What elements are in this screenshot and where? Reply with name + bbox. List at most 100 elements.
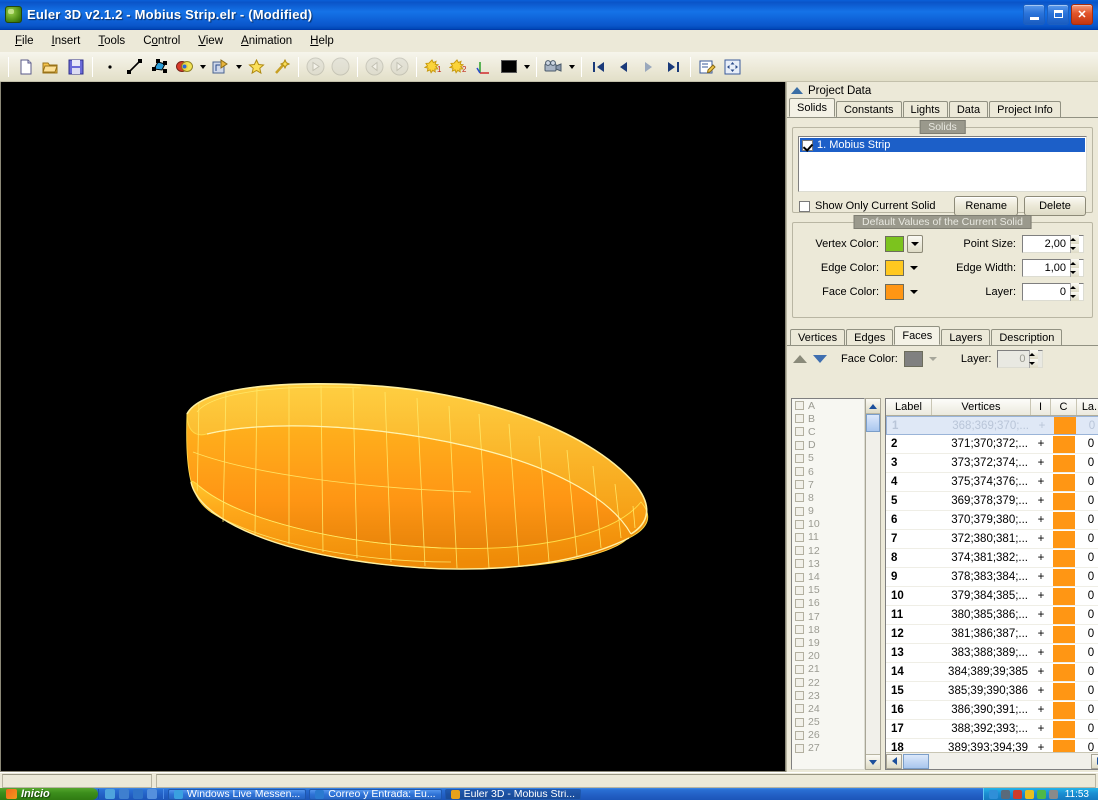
layer-visible-checkbox[interactable] (795, 664, 804, 674)
table-row[interactable]: 2 371;370;372;... +0 (886, 435, 1098, 454)
layer-list-item[interactable]: 15 (792, 584, 864, 597)
show-only-current-solid-row[interactable]: Show Only Current Solid (799, 200, 948, 212)
taskbar-task-button[interactable]: Correo y Entrada: Eu... (309, 788, 442, 800)
security-shield-icon[interactable] (988, 789, 998, 799)
layer-visible-checkbox[interactable] (795, 730, 804, 740)
column-header-c[interactable]: C (1051, 399, 1077, 415)
taskbar-task-button[interactable]: Euler 3D - Mobius Stri... (444, 788, 582, 800)
layer-list-item[interactable]: 18 (792, 623, 864, 636)
light1-icon[interactable]: 1 (421, 55, 446, 79)
point-size-down[interactable] (1070, 244, 1079, 253)
table-row[interactable]: 3 373;372;374;... +0 (886, 454, 1098, 473)
face-color-cell-swatch[interactable] (1053, 644, 1075, 662)
star-icon[interactable] (244, 55, 269, 79)
taskbar-clock[interactable]: 11:53 (1061, 789, 1093, 800)
list-item[interactable]: 1. Mobius Strip (800, 138, 1085, 152)
layer-visible-checkbox[interactable] (795, 453, 804, 463)
selected-face-color-dropdown[interactable] (928, 357, 937, 361)
point-icon[interactable] (97, 55, 122, 79)
layer-list-item[interactable]: D (792, 439, 864, 452)
default-layer-spinner[interactable]: 0 (1022, 283, 1084, 301)
layer-visible-checkbox[interactable] (795, 546, 804, 556)
layer-visible-checkbox[interactable] (795, 625, 804, 635)
delete-button[interactable]: Delete (1024, 196, 1086, 216)
tab-solids[interactable]: Solids (789, 98, 835, 117)
layer-list-item[interactable]: 26 (792, 729, 864, 742)
face-color-cell-swatch[interactable] (1053, 625, 1075, 643)
face-color-cell-swatch[interactable] (1053, 701, 1075, 719)
maximize-button[interactable] (1047, 4, 1069, 25)
layer-list-item[interactable]: 27 (792, 742, 864, 755)
layer-visible-checkbox[interactable] (795, 506, 804, 516)
tab-edges[interactable]: Edges (846, 329, 894, 345)
edge-color-swatch[interactable] (885, 260, 904, 276)
camera-icon[interactable] (541, 55, 566, 79)
forward-icon[interactable] (387, 55, 412, 79)
transform-dropdown-arrow[interactable] (233, 55, 244, 79)
layer-list-item[interactable]: 19 (792, 636, 864, 649)
vertex-color-swatch[interactable] (885, 236, 904, 252)
tab-layers[interactable]: Layers (941, 329, 991, 345)
layer-list-item[interactable]: 22 (792, 676, 864, 689)
light2-icon[interactable]: 2 (446, 55, 471, 79)
layer-list-item[interactable]: 5 (792, 452, 864, 465)
move-resize-icon[interactable] (720, 55, 745, 79)
more-chevron-icon[interactable] (147, 789, 157, 799)
move-up-arrow-icon[interactable] (793, 355, 807, 363)
table-row[interactable]: 1 368;369;370;... +0 (886, 416, 1098, 435)
layer-list-item[interactable]: C (792, 425, 864, 438)
column-header-layer[interactable]: La.. (1077, 399, 1098, 415)
menu-file[interactable]: File (6, 32, 43, 50)
layer-visible-checkbox[interactable] (795, 427, 804, 437)
layer-visible-checkbox[interactable] (795, 638, 804, 648)
layer-visible-checkbox[interactable] (795, 401, 804, 411)
face-color-cell-swatch[interactable] (1053, 739, 1075, 752)
face-color-cell-swatch[interactable] (1054, 417, 1076, 434)
layer-list[interactable]: A B C D 5 6 7 8 9 10 11 12 13 14 15 16 17 18 19 20 21 22 23 24 2… (791, 398, 865, 770)
layer-visible-checkbox[interactable] (795, 519, 804, 529)
printer-icon[interactable] (1048, 789, 1058, 799)
layer-list-item[interactable]: 10 (792, 518, 864, 531)
menu-help[interactable]: Help (301, 32, 343, 50)
tab-faces[interactable]: Faces (894, 326, 941, 345)
3d-viewport[interactable] (0, 82, 786, 772)
edge-color-dropdown[interactable] (907, 259, 923, 277)
solid-visible-checkbox[interactable] (802, 139, 813, 151)
face-color-cell-swatch[interactable] (1053, 606, 1075, 624)
face-color-cell-swatch[interactable] (1053, 682, 1075, 700)
table-row[interactable]: 14 384;389;39;385 +0 (886, 663, 1098, 682)
next-frame-icon[interactable] (636, 55, 661, 79)
faces-table-body[interactable]: 1 368;369;370;... +0 2 371;370;372;... +0 3 373… (886, 416, 1098, 752)
point-size-up[interactable] (1070, 235, 1079, 244)
save-disk-icon[interactable] (63, 55, 88, 79)
layer-visible-checkbox[interactable] (795, 678, 804, 688)
layer-visible-checkbox[interactable] (795, 704, 804, 714)
solids-listbox[interactable]: 1. Mobius Strip (798, 136, 1087, 192)
collapse-up-arrow-icon[interactable] (791, 87, 803, 94)
layer-visible-checkbox[interactable] (795, 493, 804, 503)
default-layer-down[interactable] (1070, 292, 1079, 301)
network-icon[interactable] (1012, 789, 1022, 799)
selected-face-layer-spinner[interactable]: 0 (997, 350, 1044, 368)
faces-scroll-right-button[interactable] (1091, 753, 1098, 769)
selected-face-layer-down[interactable] (1029, 359, 1039, 368)
layer-visible-checkbox[interactable] (795, 559, 804, 569)
edge-width-spinner[interactable]: 1,00 (1022, 259, 1084, 277)
layer-list-item[interactable]: B (792, 412, 864, 425)
vertex-color-dropdown[interactable] (907, 235, 923, 253)
background-color-swatch[interactable] (496, 55, 521, 79)
show-only-current-solid-checkbox[interactable] (799, 200, 810, 212)
layer-list-item[interactable]: 13 (792, 557, 864, 570)
axes-icon[interactable] (471, 55, 496, 79)
layer-list-item[interactable]: 17 (792, 610, 864, 623)
open-folder-icon[interactable] (38, 55, 63, 79)
face-color-cell-swatch[interactable] (1053, 720, 1075, 738)
table-row[interactable]: 13 383;388;389;... +0 (886, 644, 1098, 663)
layer-visible-checkbox[interactable] (795, 651, 804, 661)
face-color-cell-swatch[interactable] (1053, 492, 1075, 510)
layer-visible-checkbox[interactable] (795, 467, 804, 477)
menu-tools[interactable]: Tools (89, 32, 134, 50)
table-row[interactable]: 5 369;378;379;... +0 (886, 492, 1098, 511)
layer-list-item[interactable]: 24 (792, 702, 864, 715)
close-button[interactable]: ✕ (1071, 4, 1093, 25)
